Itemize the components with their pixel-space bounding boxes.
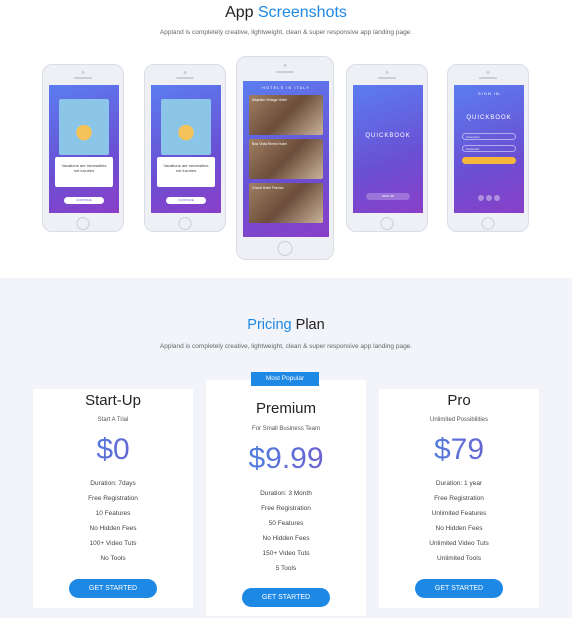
facebook-icon[interactable] xyxy=(478,195,484,201)
twitter-icon[interactable] xyxy=(486,195,492,201)
get-started-button[interactable]: GET STARTED xyxy=(69,579,157,598)
plan-card-pro: Pro Unlimited Possibilities $79 Duration… xyxy=(379,389,539,608)
plan-feature: Unlimited Video Tuts xyxy=(429,540,489,547)
vacation-text: Vacations are necessities not luxuries xyxy=(163,163,209,173)
hotel-card[interactable]: Majestic Vintage Hotel xyxy=(249,95,323,135)
plan-card-startup: Start-Up Start A Trial $0 Duration: 7day… xyxy=(33,389,193,608)
plan-feature: Free Registration xyxy=(88,495,138,502)
pricing-title: Pricing Plan xyxy=(0,317,572,333)
phone-camera xyxy=(486,71,490,74)
phone-screen-signin: SIGN IN QUICKBOOK Username Password xyxy=(454,85,524,213)
pricing-subtitle: Appland is completely creative, lightwei… xyxy=(159,343,413,350)
quickbook-logo: QUICKBOOK xyxy=(466,115,512,121)
phone-mockup-center[interactable]: HOTELS IN ITALY Majestic Vintage Hotel B… xyxy=(236,56,334,260)
phone-speaker xyxy=(74,77,92,79)
plan-name: Start-Up xyxy=(85,392,141,409)
phone-mockup-2[interactable]: Vacations are necessities not luxuries C… xyxy=(144,64,226,232)
phone-home-button xyxy=(380,217,394,230)
plan-feature: 10 Features xyxy=(95,510,131,517)
phone-speaker xyxy=(276,71,294,73)
plan-feature: Unlimited Features xyxy=(431,510,487,517)
phone-home-button xyxy=(178,217,192,230)
plan-feature: 150+ Video Tuts xyxy=(262,550,310,557)
hotel-name: Boa Vista Rimini Hotel xyxy=(252,142,287,146)
phone-screen-intro: Vacations are necessities not luxuries C… xyxy=(49,85,119,213)
quickbook-logo: QUICKBOOK xyxy=(365,133,411,139)
phone-screen-intro: Vacations are necessities not luxuries C… xyxy=(151,85,221,213)
phone-speaker xyxy=(479,77,497,79)
phone-camera xyxy=(283,64,287,67)
intro-card: Vacations are necessities not luxuries xyxy=(55,157,113,187)
phone-mockup-1[interactable]: Vacations are necessities not luxuries C… xyxy=(42,64,124,232)
plan-feature: 5 Tools xyxy=(275,565,297,572)
phone-home-button xyxy=(481,217,495,230)
google-icon[interactable] xyxy=(494,195,500,201)
plan-price: $0 xyxy=(33,433,193,467)
plan-price: $9.99 xyxy=(206,442,366,476)
screenshots-title-accent: Screenshots xyxy=(257,4,347,21)
plan-feature: Duration: 1 year xyxy=(435,480,483,487)
hotel-name: Grand Hotel Firenze xyxy=(252,186,284,190)
get-started-button[interactable]: GET STARTED xyxy=(242,588,330,607)
plan-name: Premium xyxy=(255,400,316,417)
phone-camera xyxy=(81,71,85,74)
plan-feature: Duration: 7days xyxy=(90,480,136,487)
phone-mockup-5[interactable]: SIGN IN QUICKBOOK Username Password xyxy=(447,64,529,232)
phone-speaker xyxy=(176,77,194,79)
signin-button[interactable] xyxy=(462,157,516,164)
hotel-card[interactable]: Boa Vista Rimini Hotel xyxy=(249,139,323,179)
signin-header: SIGN IN xyxy=(478,91,500,96)
plan-feature: Unlimited Tools xyxy=(437,555,481,562)
screenshots-title-plain: App xyxy=(225,4,254,21)
vacation-illustration xyxy=(161,99,211,155)
hotel-name: Majestic Vintage Hotel xyxy=(252,98,287,102)
plan-feature: No Hidden Fees xyxy=(435,525,483,532)
screenshots-subtitle: Appland is completely creative, lightwei… xyxy=(159,29,413,36)
app-screenshots-section: App Screenshots Appland is completely cr… xyxy=(0,0,572,278)
intro-card: Vacations are necessities not luxuries xyxy=(157,157,215,187)
username-field[interactable]: Username xyxy=(462,133,516,140)
plan-feature: 50 Features xyxy=(268,520,304,527)
plan-tagline: Unlimited Possibilities xyxy=(429,417,489,423)
vacation-illustration xyxy=(59,99,109,155)
plan-feature: No Tools xyxy=(100,555,126,562)
plan-feature: Duration: 3 Month xyxy=(260,490,312,497)
screenshots-title: App Screenshots xyxy=(0,4,572,22)
password-field[interactable]: Password xyxy=(462,145,516,152)
plan-feature: Free Registration xyxy=(434,495,484,502)
plan-tagline: For Small Business Team xyxy=(252,426,320,432)
plan-feature: 100+ Video Tuts xyxy=(89,540,137,547)
phone-screen-splash: QUICKBOOK SIGN UP xyxy=(353,85,423,213)
hotels-header: HOTELS IN ITALY xyxy=(262,85,310,90)
most-popular-badge: Most Popular xyxy=(251,372,319,386)
plan-tagline: Start A Trial xyxy=(97,417,129,423)
plan-price: $79 xyxy=(379,433,539,467)
phone-speaker xyxy=(378,77,396,79)
plan-name: Pro xyxy=(447,392,471,409)
phone-screen-hotels: HOTELS IN ITALY Majestic Vintage Hotel B… xyxy=(243,81,329,237)
hotel-card[interactable]: Grand Hotel Firenze xyxy=(249,183,323,223)
continue-button[interactable]: CONTINUE xyxy=(166,197,206,204)
phone-mockup-4[interactable]: QUICKBOOK SIGN UP xyxy=(346,64,428,232)
plan-feature: Free Registration xyxy=(261,505,311,512)
phone-camera xyxy=(385,71,389,74)
plan-card-premium: Premium For Small Business Team $9.99 Du… xyxy=(206,380,366,616)
continue-button[interactable]: CONTINUE xyxy=(64,197,104,204)
phone-camera xyxy=(183,71,187,74)
get-started-button[interactable]: GET STARTED xyxy=(415,579,503,598)
plan-feature: No Hidden Fees xyxy=(89,525,137,532)
plan-feature: No Hidden Fees xyxy=(262,535,310,542)
vacation-text: Vacations are necessities not luxuries xyxy=(61,163,107,173)
pricing-title-accent: Pricing xyxy=(247,317,292,333)
phone-home-button xyxy=(277,241,293,256)
signup-button[interactable]: SIGN UP xyxy=(366,193,410,200)
pricing-title-plain: Plan xyxy=(295,317,325,333)
phone-home-button xyxy=(76,217,90,230)
